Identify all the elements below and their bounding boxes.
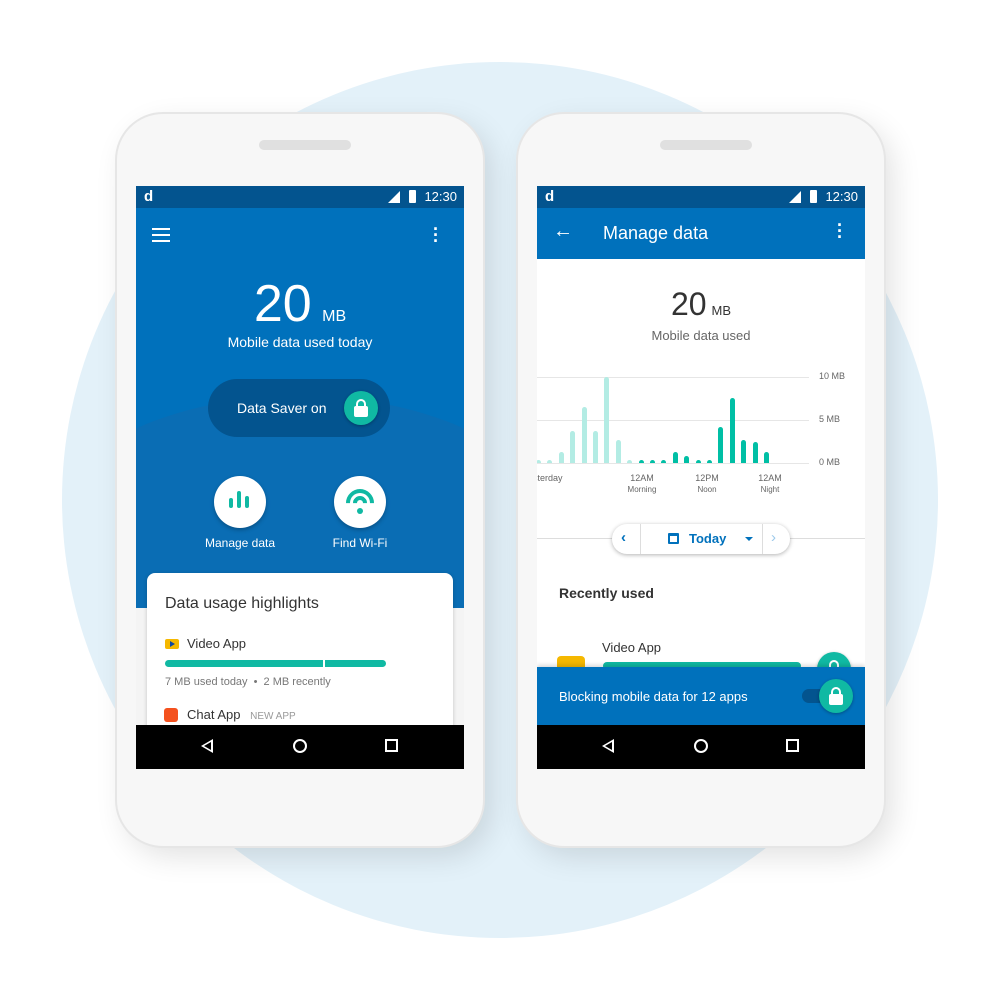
speaker xyxy=(259,140,351,150)
usage-bar-recent xyxy=(325,660,386,667)
clock: 12:30 xyxy=(424,189,457,204)
app-logo: d xyxy=(545,188,555,205)
chart-bar xyxy=(604,377,610,463)
status-bar: d 12:30 xyxy=(537,186,865,208)
page-title: Manage data xyxy=(603,223,709,243)
dropdown-icon[interactable] xyxy=(745,537,753,541)
chart-bar xyxy=(638,460,644,463)
more-options-icon[interactable]: · · · xyxy=(837,216,843,246)
clock: 12:30 xyxy=(825,189,858,204)
phone-manage: d 12:30 ← Manage data · · · 20 MB Mobile da… xyxy=(518,114,884,846)
chart-bar xyxy=(627,460,633,463)
chart-bar xyxy=(741,439,747,463)
highlights-card: Data usage highlights Video App 7 MB use… xyxy=(147,573,453,733)
chart-bar xyxy=(581,407,587,463)
chart-bar xyxy=(672,451,678,463)
app-bar: ← Manage data · · · xyxy=(537,208,865,259)
previous-day-button[interactable]: ‹ xyxy=(621,529,626,546)
recently-used-heading: Recently used xyxy=(559,585,654,601)
app-logo: d xyxy=(144,188,154,205)
back-nav-icon[interactable] xyxy=(602,739,614,753)
recents-nav-icon[interactable] xyxy=(385,739,398,752)
chart-bar xyxy=(593,431,598,463)
x-tick-label: 12PM Noon xyxy=(695,473,719,494)
gridline xyxy=(537,463,809,464)
battery-icon xyxy=(810,190,817,203)
find-wifi-button[interactable] xyxy=(334,476,386,528)
lock-icon[interactable] xyxy=(819,679,853,713)
date-picker: ‹ Today › xyxy=(612,524,790,554)
chart-bar xyxy=(615,439,621,463)
new-app-badge: NEW APP xyxy=(250,711,296,722)
usage-amount: 20 xyxy=(253,275,312,333)
usage-bar-today xyxy=(165,660,323,667)
home-nav-icon[interactable] xyxy=(293,739,307,753)
signal-icon xyxy=(388,191,400,203)
blocking-text: Blocking mobile data for 12 apps xyxy=(559,689,748,704)
find-wifi-label[interactable]: Find Wi-Fi xyxy=(300,536,420,550)
menu-icon[interactable] xyxy=(152,228,170,242)
phone-home: d 12:30 · · · 20 MB Mobile data used today… xyxy=(117,114,483,846)
lock-icon xyxy=(344,391,378,425)
chart-bar xyxy=(661,460,667,463)
blocking-banner: Blocking mobile data for 12 apps xyxy=(537,667,865,725)
signal-icon xyxy=(789,191,801,203)
chat-app-icon xyxy=(164,708,178,722)
video-app-icon xyxy=(165,639,179,649)
y-tick-label: 5 MB xyxy=(819,414,841,424)
chart-bar xyxy=(729,397,735,463)
more-options-icon[interactable]: · · · xyxy=(433,220,439,250)
home-nav-icon[interactable] xyxy=(694,739,708,753)
x-tick-label: sterday xyxy=(537,473,563,483)
manage-data-button[interactable] xyxy=(214,476,266,528)
usage-caption: Mobile data used xyxy=(651,328,751,343)
back-arrow-icon[interactable]: ← xyxy=(553,220,573,243)
chart-bar xyxy=(707,460,712,463)
nav-bar xyxy=(537,725,865,769)
y-tick-label: 0 MB xyxy=(819,457,841,467)
speaker xyxy=(660,140,752,150)
next-day-button[interactable]: › xyxy=(771,529,776,546)
nav-bar xyxy=(136,725,464,769)
gridline xyxy=(537,377,809,378)
chart-bar xyxy=(547,460,553,463)
chart-bar xyxy=(684,456,690,463)
video-app-name[interactable]: Video App xyxy=(187,636,246,651)
manage-screen: d 12:30 ← Manage data · · · 20 MB Mobile da… xyxy=(537,186,865,769)
gridline xyxy=(537,420,809,421)
chart-bar xyxy=(695,460,701,463)
video-app-name[interactable]: Video App xyxy=(602,640,661,655)
home-screen: d 12:30 · · · 20 MB Mobile data used today… xyxy=(136,186,464,769)
chart-bar xyxy=(718,426,724,463)
usage-unit: MB xyxy=(322,308,347,325)
chart-bar xyxy=(752,441,758,463)
chart-bar xyxy=(537,460,541,463)
chart-bar xyxy=(764,451,769,463)
period-select[interactable]: Today xyxy=(689,531,726,546)
chart-bar xyxy=(558,451,564,463)
chart-bar xyxy=(570,431,576,463)
back-nav-icon[interactable] xyxy=(201,739,213,753)
recents-nav-icon[interactable] xyxy=(786,739,799,752)
data-saver-toggle[interactable]: Data Saver on xyxy=(208,379,390,437)
data-saver-label: Data Saver on xyxy=(237,400,327,416)
usage-caption: Mobile data used today xyxy=(227,334,373,350)
usage-chart: 10 MB 5 MB 0 MB sterday 12AMMorning 12PMNoon 1… xyxy=(537,366,865,501)
battery-icon xyxy=(409,190,416,203)
usage-summary: 20 MB xyxy=(136,274,464,334)
video-app-usage: 7 MB used today • 2 MB recently xyxy=(165,676,331,688)
x-tick-label: 12AM Night xyxy=(758,473,782,494)
y-tick-label: 10 MB xyxy=(819,371,846,381)
chart-bar xyxy=(650,460,655,463)
usage-summary: 20 MB xyxy=(670,286,732,322)
manage-data-label[interactable]: Manage data xyxy=(180,536,300,550)
chat-app-row[interactable]: Chat App NEW APP xyxy=(187,707,296,722)
card-title: Data usage highlights xyxy=(165,595,319,612)
calendar-icon xyxy=(668,533,679,544)
status-bar: d 12:30 xyxy=(136,186,464,208)
x-tick-label: 12AM Morning xyxy=(627,473,657,494)
